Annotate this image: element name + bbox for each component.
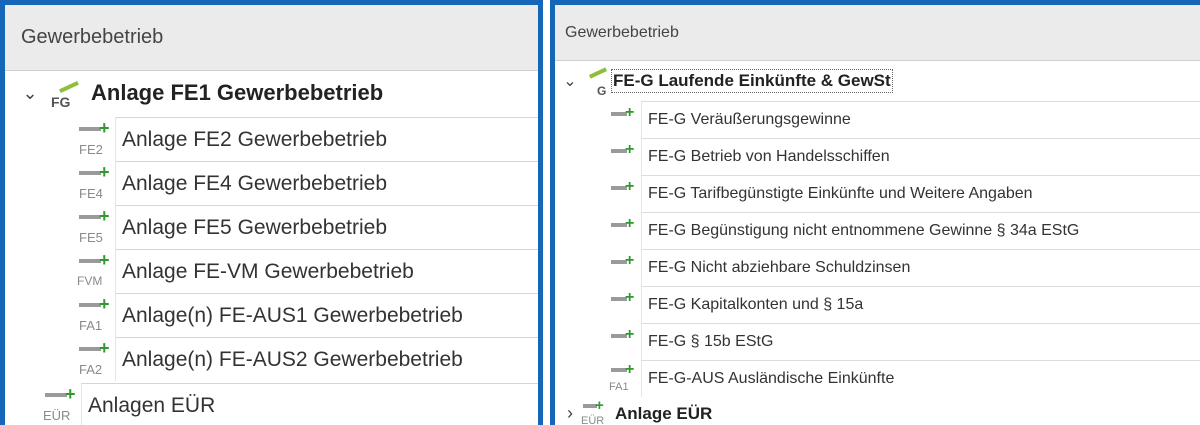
- tree-node-label: FE-G § 15b EStG: [648, 333, 774, 350]
- chevron-down-icon[interactable]: ⌄: [15, 83, 45, 104]
- tree-node-label: FE-G Laufende Einkünfte & GewSt: [611, 69, 893, 93]
- panel-gap: [543, 0, 550, 425]
- tree-node-child[interactable]: + FE5 Anlage FE5 Gewerbebetrieb: [5, 205, 538, 249]
- tree-node-child[interactable]: + FA2 Anlage(n) FE-AUS2 Gewerbebetrieb: [5, 337, 538, 381]
- panel-header: Gewerbebetrieb: [555, 5, 1200, 61]
- tree-node-label: FE-G Betrieb von Handelsschiffen: [648, 148, 890, 165]
- tree-node-label: Anlage FE1 Gewerbebetrieb: [91, 80, 384, 105]
- form-add-icon: +: [607, 251, 641, 285]
- tree-node-sibling[interactable]: + EÜR Anlagen EÜR: [5, 383, 538, 425]
- tree-node-label: Anlagen EÜR: [88, 393, 216, 417]
- tree-node-child[interactable]: + FE-G Begünstigung nicht entnommene Gew…: [555, 212, 1200, 249]
- left-tree-panel: Gewerbebetrieb ⌄ FG Anlage FE1 Gewerbebe…: [0, 0, 543, 425]
- form-add-icon: + FE2: [79, 118, 110, 157]
- form-add-icon: +: [607, 177, 641, 211]
- form-add-icon: + FE4: [79, 162, 110, 201]
- form-add-icon: + EÜR: [43, 384, 76, 423]
- tree-node-label: Anlage FE2 Gewerbebetrieb: [122, 127, 387, 151]
- tree-node-label: FE-G Begünstigung nicht entnommene Gewin…: [648, 222, 1080, 239]
- tree-node-label: FE-G Kapitalkonten und § 15a: [648, 296, 864, 313]
- tree-node-label: Anlage FE5 Gewerbebetrieb: [122, 215, 387, 239]
- form-add-icon: + FVM: [77, 250, 110, 288]
- form-add-icon: +: [607, 103, 641, 137]
- tree-node-label: Anlage(n) FE-AUS1 Gewerbebetrieb: [122, 303, 463, 327]
- tree-node-label: FE-G Tarifbegünstigte Einkünfte und Weit…: [648, 185, 1033, 202]
- tree-node-label: FE-G-AUS Ausländische Einkünfte: [648, 370, 895, 387]
- form-add-icon: +: [607, 140, 641, 174]
- tree-node-child[interactable]: + FE-G Kapitalkonten und § 15a: [555, 286, 1200, 323]
- tree-node-sibling[interactable]: › + EÜR Anlage EÜR: [555, 397, 1200, 425]
- panel-header: Gewerbebetrieb: [5, 5, 538, 71]
- tree-node-child[interactable]: + FE4 Anlage FE4 Gewerbebetrieb: [5, 161, 538, 205]
- form-add-icon: +: [607, 325, 641, 359]
- tree-node-label: FE-G Veräußerungsgewinne: [648, 111, 851, 128]
- tree-node-child[interactable]: + FE2 Anlage FE2 Gewerbebetrieb: [5, 117, 538, 161]
- form-add-icon: + FE5: [79, 206, 110, 245]
- form-add-icon: +: [607, 288, 641, 322]
- form-add-icon: + FA1: [609, 360, 635, 393]
- tree-node-label: Anlage FE4 Gewerbebetrieb: [122, 171, 387, 195]
- tree-node-root[interactable]: ⌄ FG Anlage FE1 Gewerbebetrieb: [5, 71, 538, 115]
- tree-node-child[interactable]: + FA1 Anlage(n) FE-AUS1 Gewerbebetrieb: [5, 293, 538, 337]
- form-add-icon: +: [607, 214, 641, 248]
- tree-node-child[interactable]: + FA1 FE-G-AUS Ausländische Einkünfte: [555, 360, 1200, 397]
- tree-node-child[interactable]: + FE-G § 15b EStG: [555, 323, 1200, 360]
- form-add-icon: + EÜR: [581, 396, 605, 425]
- chevron-down-icon[interactable]: ⌄: [559, 71, 581, 91]
- form-folder-icon: G: [581, 63, 611, 99]
- form-add-icon: + FA1: [79, 294, 110, 333]
- tree-node-child[interactable]: + FE-G Tarifbegünstigte Einkünfte und We…: [555, 175, 1200, 212]
- form-add-icon: + FA2: [79, 338, 110, 377]
- tree-node-child[interactable]: + FE-G Veräußerungsgewinne: [555, 101, 1200, 138]
- tree-node-label: Anlage(n) FE-AUS2 Gewerbebetrieb: [122, 347, 463, 371]
- right-tree-panel: Gewerbebetrieb ⌄ G FE-G Laufende Einkünf…: [550, 0, 1200, 425]
- tree-node-label: Anlage EÜR: [615, 403, 713, 423]
- tree-node-child[interactable]: + FE-G Nicht abziehbare Schuldzinsen: [555, 249, 1200, 286]
- chevron-right-icon[interactable]: ›: [559, 403, 581, 424]
- tree-node-label: FE-G Nicht abziehbare Schuldzinsen: [648, 259, 911, 276]
- form-folder-icon: FG: [45, 73, 85, 113]
- tree-node-label: Anlage FE-VM Gewerbebetrieb: [122, 259, 414, 283]
- tree-node-child[interactable]: + FVM Anlage FE-VM Gewerbebetrieb: [5, 249, 538, 293]
- tree-node-root[interactable]: ⌄ G FE-G Laufende Einkünfte & GewSt: [555, 61, 1200, 101]
- tree-node-child[interactable]: + FE-G Betrieb von Handelsschiffen: [555, 138, 1200, 175]
